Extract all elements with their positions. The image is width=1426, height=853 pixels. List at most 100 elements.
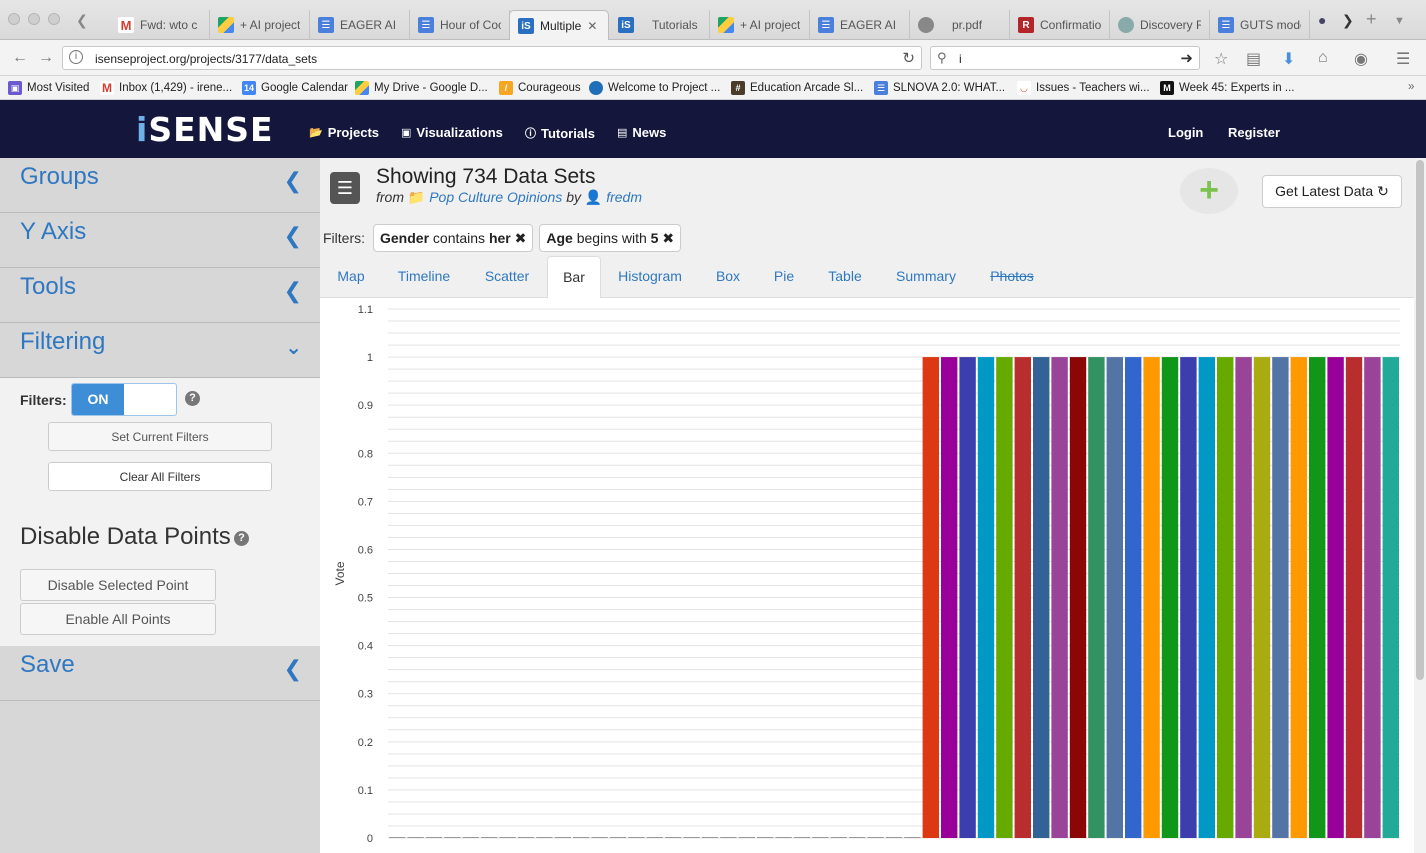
tab-pie[interactable]: Pie — [766, 256, 802, 298]
tools-panel-header[interactable]: Tools ❮ — [0, 268, 320, 323]
browser-tab[interactable]: ☰ EAGER AI — [810, 10, 910, 40]
bar[interactable] — [1069, 357, 1087, 838]
list-icon[interactable]: ☰ — [330, 172, 360, 204]
window-close-button[interactable] — [8, 13, 20, 25]
bar[interactable] — [701, 837, 719, 838]
bar[interactable] — [1345, 357, 1363, 838]
bar[interactable] — [1088, 357, 1105, 838]
bar[interactable] — [407, 837, 424, 838]
forward-arrow-icon[interactable]: → — [36, 48, 56, 68]
enable-all-points-button[interactable]: Enable All Points — [20, 603, 216, 635]
y-axis-panel-header[interactable]: Y Axis ❮ — [0, 213, 320, 268]
bar[interactable] — [665, 837, 682, 838]
bookmark-star-icon[interactable]: ☆ — [1214, 49, 1228, 69]
bookmark-item[interactable]: Welcome to Project ... — [589, 81, 720, 95]
home-icon[interactable]: ⌂ — [1318, 49, 1328, 67]
back-arrow-icon[interactable]: ← — [10, 48, 30, 68]
bar[interactable] — [922, 357, 939, 838]
bar[interactable] — [609, 837, 627, 838]
bookmark-item[interactable]: ◡ Issues - Teachers wi... — [1017, 81, 1150, 95]
site-info-icon[interactable]: i — [69, 50, 83, 64]
browser-tab[interactable]: iS Tutorials — [610, 10, 710, 40]
tabs-scroll-right-icon[interactable]: ❯ — [1342, 12, 1354, 29]
browser-tab[interactable]: R Confirmatio — [1010, 10, 1110, 40]
filter-chip[interactable]: Gender contains her ✖ — [373, 224, 534, 252]
tab-list-icon[interactable]: ▼ — [1394, 15, 1405, 27]
groups-panel-header[interactable]: Groups ❮ — [0, 158, 320, 213]
bar[interactable] — [1309, 357, 1326, 838]
bar[interactable] — [1272, 357, 1289, 838]
reload-icon[interactable]: ↻ — [902, 49, 915, 67]
bar[interactable] — [554, 837, 571, 838]
page-scrollbar[interactable] — [1414, 158, 1426, 853]
pocket-icon[interactable]: ◉ — [1354, 49, 1368, 69]
remove-filter-x-icon[interactable]: ✖ — [515, 230, 527, 246]
nav-projects[interactable]: 📂 Projects — [309, 125, 379, 140]
bar[interactable] — [793, 837, 811, 838]
browser-tab-active[interactable]: iS Multiple ✕ — [509, 10, 609, 41]
bookmark-item[interactable]: M Week 45: Experts in ... — [1160, 81, 1294, 95]
bar[interactable] — [904, 837, 921, 838]
project-link[interactable]: Pop Culture Opinions — [429, 189, 562, 205]
owner-link[interactable]: fredm — [606, 189, 642, 205]
browser-tab[interactable]: + AI project — [710, 10, 810, 40]
browser-tab[interactable]: Discovery R — [1110, 10, 1210, 40]
nav-news[interactable]: ▤ News — [617, 125, 666, 140]
bookmark-item[interactable]: 14 Google Calendar — [242, 81, 348, 95]
browser-tab[interactable]: + AI project — [210, 10, 310, 40]
bar[interactable] — [1364, 357, 1381, 838]
bookmark-item[interactable]: ☰ SLNOVA 2.0: WHAT... — [874, 81, 1005, 95]
bar[interactable] — [830, 837, 847, 838]
globe-icon[interactable]: ● — [1318, 12, 1326, 28]
scrollbar-thumb[interactable] — [1416, 160, 1424, 680]
filtering-panel-header[interactable]: Filtering ⌄ — [0, 323, 320, 378]
bar[interactable] — [646, 837, 663, 838]
bar[interactable] — [812, 837, 829, 838]
bar[interactable] — [1161, 357, 1179, 838]
tab-timeline[interactable]: Timeline — [390, 256, 458, 298]
bar[interactable] — [775, 837, 792, 838]
window-zoom-button[interactable] — [48, 13, 60, 25]
bar[interactable] — [1033, 357, 1050, 838]
bar[interactable] — [1235, 357, 1252, 838]
bar[interactable] — [996, 357, 1013, 838]
tab-photos[interactable]: Photos — [982, 256, 1042, 298]
bar[interactable] — [389, 837, 406, 838]
bar[interactable] — [1125, 357, 1142, 838]
filters-toggle[interactable]: ON — [71, 383, 177, 416]
bookmark-item[interactable]: ▣ Most Visited — [8, 81, 89, 95]
save-panel-header[interactable]: Save ❮ — [0, 646, 320, 701]
menu-icon[interactable]: ☰ — [1396, 49, 1410, 69]
bar[interactable] — [1106, 357, 1123, 838]
bar[interactable] — [738, 837, 755, 838]
bar[interactable] — [628, 837, 645, 838]
search-go-arrow-icon[interactable]: ➜ — [1180, 49, 1193, 67]
bar[interactable] — [1051, 357, 1068, 838]
bar[interactable] — [941, 357, 958, 838]
tab-box[interactable]: Box — [708, 256, 748, 298]
bar[interactable] — [517, 837, 535, 838]
close-tab-icon[interactable]: ✕ — [587, 19, 597, 33]
remove-filter-x-icon[interactable]: ✖ — [662, 230, 674, 246]
search-bar[interactable]: ⚲ i ➜ — [930, 46, 1200, 70]
bar[interactable] — [1198, 357, 1215, 838]
bar[interactable] — [1180, 357, 1197, 838]
bookmark-item[interactable]: M Inbox (1,429) - irene... — [100, 81, 232, 95]
bar[interactable] — [425, 837, 443, 838]
bookmark-item[interactable]: # Education Arcade Sl... — [731, 81, 863, 95]
tabs-scroll-left-icon[interactable]: ❮ — [76, 12, 88, 29]
filter-chip[interactable]: Age begins with 5 ✖ — [539, 224, 682, 252]
nav-tutorials[interactable]: ⓘ Tutorials — [525, 125, 595, 141]
bar[interactable] — [959, 357, 976, 838]
disable-selected-point-button[interactable]: Disable Selected Point — [20, 569, 216, 601]
bar[interactable] — [591, 837, 608, 838]
url-bar[interactable]: i isenseproject.org/projects/3177/data_s… — [62, 46, 922, 70]
help-icon[interactable]: ? — [185, 391, 200, 406]
bar[interactable] — [1382, 357, 1399, 838]
bar[interactable] — [499, 837, 516, 838]
browser-tab[interactable]: M Fwd: wto c — [110, 10, 210, 40]
help-icon[interactable]: ? — [234, 531, 249, 546]
search-input[interactable]: i — [959, 52, 962, 66]
tab-scatter[interactable]: Scatter — [476, 256, 538, 298]
bar[interactable] — [481, 837, 498, 838]
